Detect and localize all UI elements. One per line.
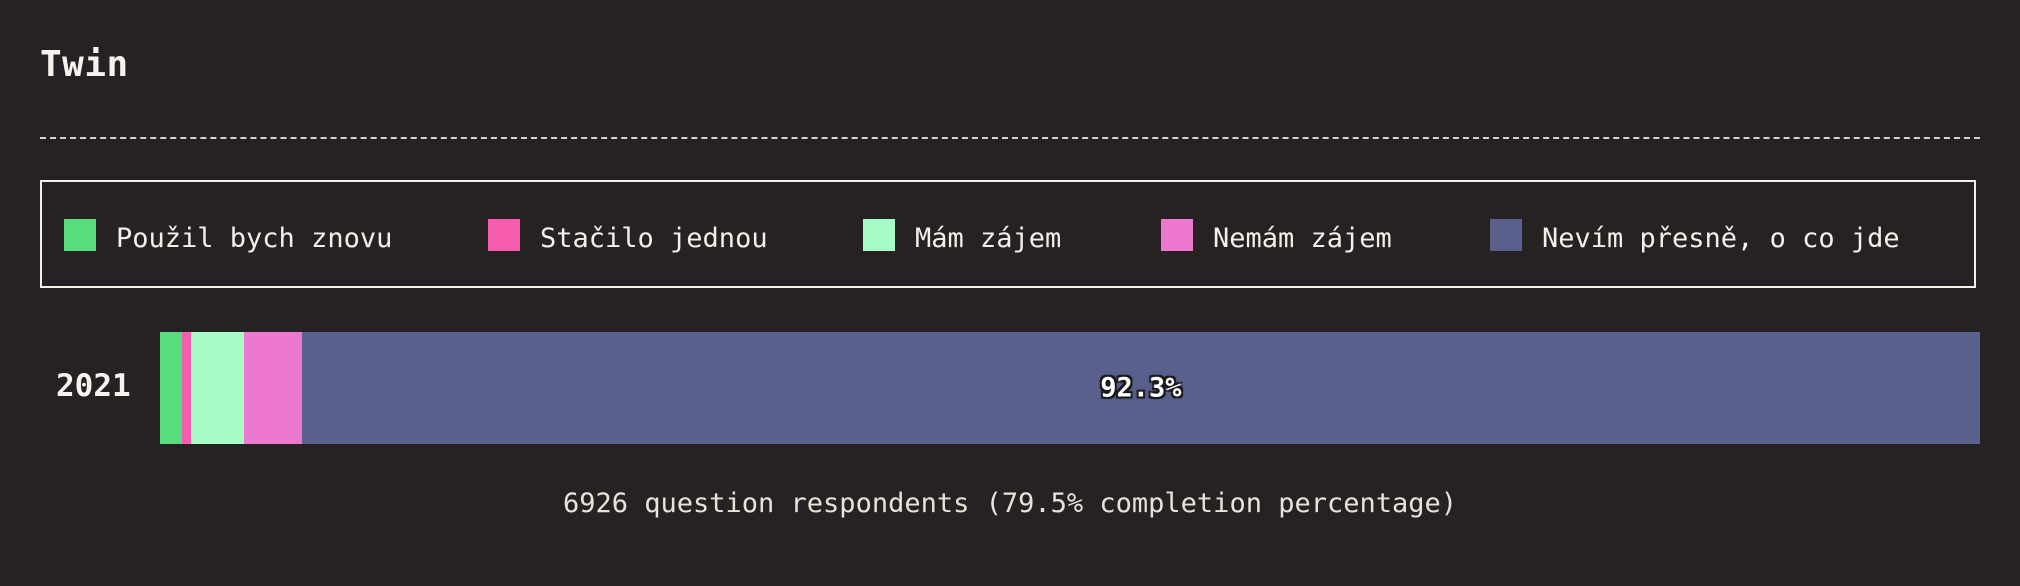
- bar-segment-nevim: 92.3%: [301, 332, 1980, 444]
- bar-segment-pouzil: [160, 332, 182, 444]
- row-label-2021: 2021: [56, 368, 131, 404]
- legend-label-nevim: Nevím přesně, o co jde: [1542, 222, 1900, 254]
- respondents-note: 6926 question respondents (79.5% complet…: [562, 488, 1458, 519]
- chart-title: Twin: [40, 44, 129, 85]
- legend-item-mam-zajem: Mám zájem: [863, 218, 1062, 254]
- stacked-bar-2021: 92.3%: [160, 332, 1980, 444]
- bar-segment-mam-zajem: [190, 332, 244, 444]
- legend-label-nemam-zajem: Nemám zájem: [1213, 222, 1392, 254]
- legend-swatch-nemam-zajem: [1161, 219, 1193, 251]
- legend-label-stacilo: Stačilo jednou: [540, 222, 768, 254]
- legend-item-pouzil: Použil bych znovu: [64, 218, 393, 254]
- legend-label-pouzil: Použil bych znovu: [116, 222, 393, 254]
- legend-item-nemam-zajem: Nemám zájem: [1161, 218, 1392, 254]
- legend: Použil bych znovu Stačilo jednou Mám záj…: [40, 180, 1976, 288]
- legend-swatch-pouzil: [64, 219, 96, 251]
- bar-segment-nemam-zajem: [243, 332, 302, 444]
- legend-item-nevim: Nevím přesně, o co jde: [1490, 218, 1900, 254]
- bar-value-label-nevim: 92.3%: [1100, 372, 1182, 404]
- bar-segment-stacilo: [181, 332, 191, 444]
- legend-swatch-stacilo: [488, 219, 520, 251]
- title-divider: [40, 137, 1980, 139]
- legend-swatch-mam-zajem: [863, 219, 895, 251]
- legend-swatch-nevim: [1490, 219, 1522, 251]
- legend-label-mam-zajem: Mám zájem: [915, 222, 1062, 254]
- legend-item-stacilo: Stačilo jednou: [488, 218, 768, 254]
